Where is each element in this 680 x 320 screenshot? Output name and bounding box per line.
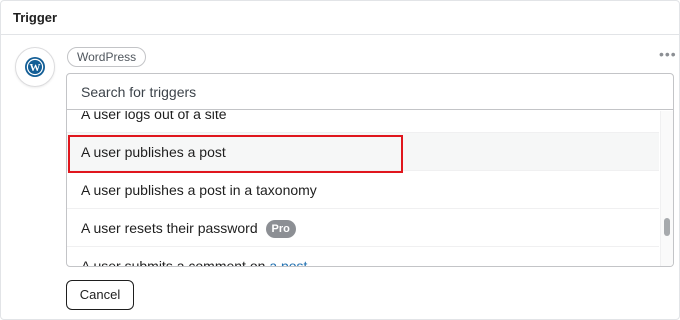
list-scrollbar[interactable] (660, 111, 673, 266)
trigger-option-label: A user publishes a post in a taxonomy (81, 182, 317, 198)
trigger-option-label: A user resets their password (81, 220, 258, 236)
trigger-dropdown: Search for triggers A user logs out of a… (66, 73, 674, 267)
trigger-panel: Trigger W WordPress ••• Search for trigg… (0, 0, 680, 320)
trigger-option-label: A user publishes a post (81, 144, 226, 160)
trigger-list: A user logs out of a site A user publish… (67, 111, 659, 267)
integration-tag: WordPress (67, 47, 147, 67)
integration-logo: W (15, 47, 55, 87)
trigger-search-input[interactable]: Search for triggers (67, 74, 673, 110)
trigger-option-label: A user logs out of a site (81, 111, 227, 122)
trigger-option-selected[interactable]: A user publishes a post (67, 133, 659, 171)
trigger-option-label: A user submits a comment on (81, 258, 270, 267)
panel-header: Trigger (1, 1, 679, 35)
more-options-icon[interactable]: ••• (659, 47, 677, 61)
wordpress-icon: W (25, 57, 45, 77)
trigger-option[interactable]: A user submits a comment on a post (67, 247, 659, 267)
trigger-option-link[interactable]: a post (269, 258, 307, 266)
trigger-option[interactable]: A user resets their password Pro (67, 209, 659, 247)
cancel-button[interactable]: Cancel (66, 280, 134, 310)
section-title: Trigger (13, 10, 58, 25)
svg-text:W: W (30, 62, 41, 74)
trigger-option[interactable]: A user logs out of a site (67, 111, 659, 133)
pro-badge: Pro (265, 220, 296, 238)
scrollbar-thumb[interactable] (664, 218, 670, 236)
trigger-option[interactable]: A user publishes a post in a taxonomy (67, 171, 659, 209)
